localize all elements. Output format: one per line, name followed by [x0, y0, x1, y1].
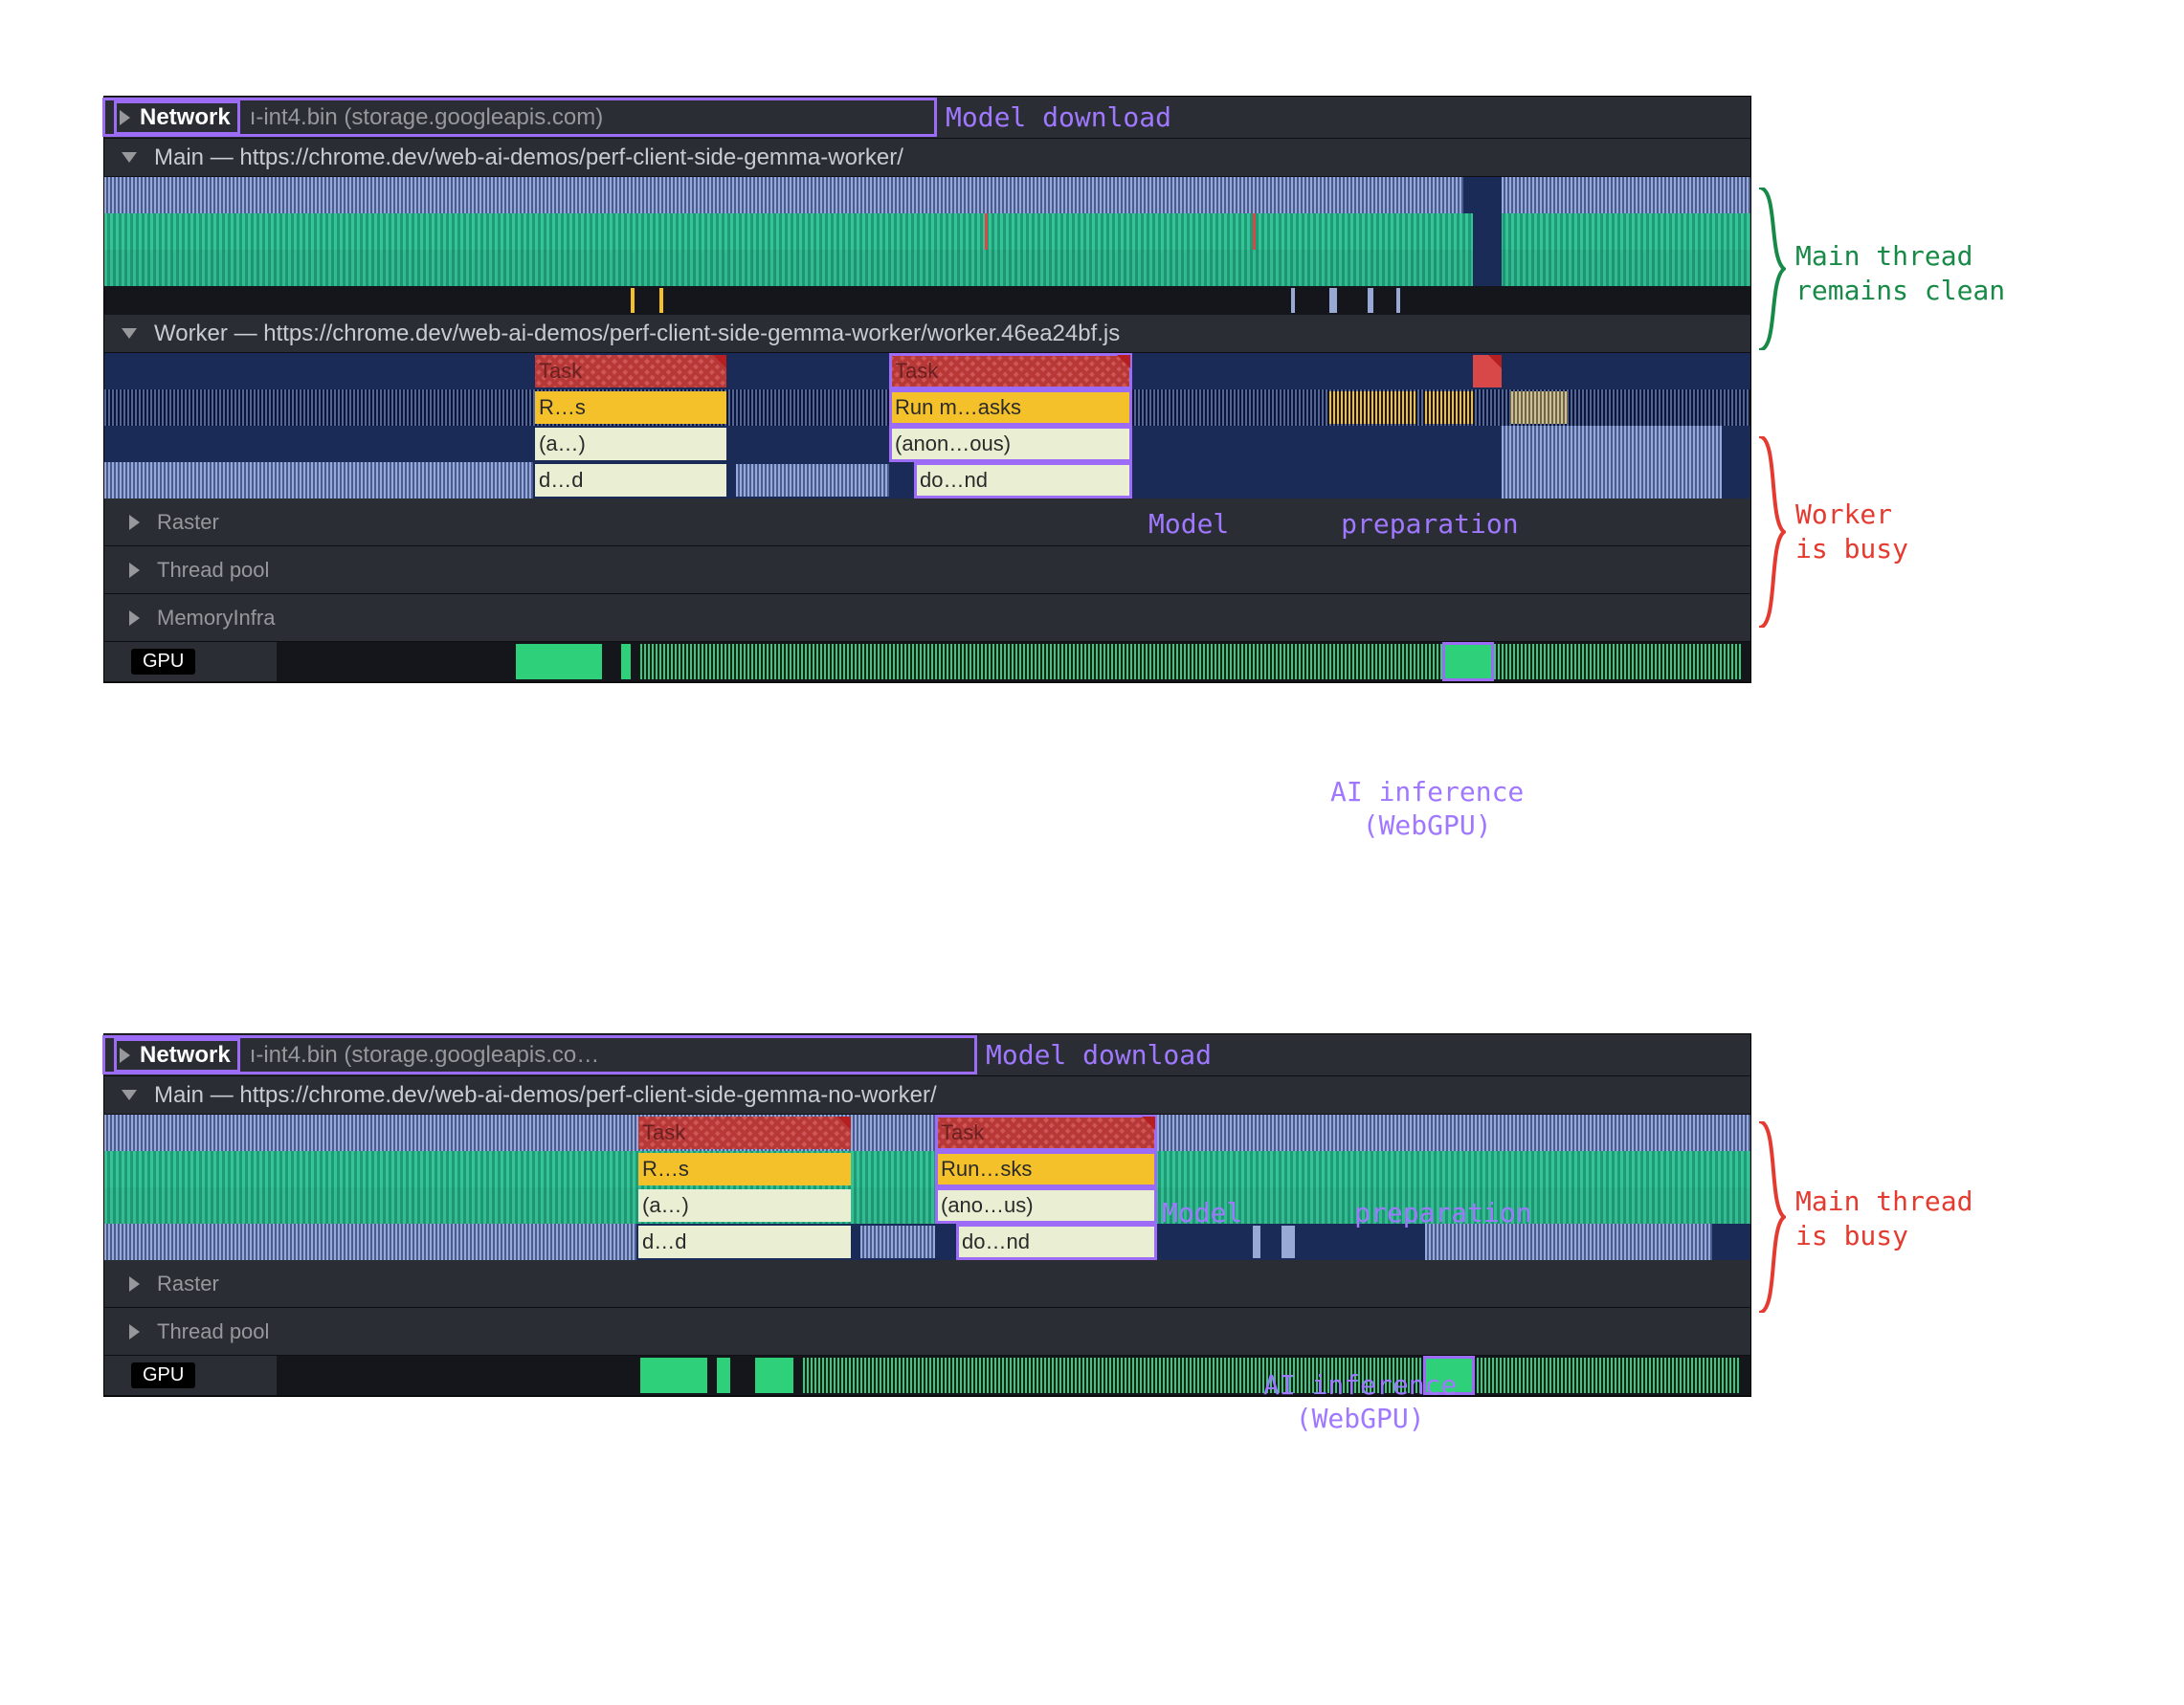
memoryinfra-label: MemoryInfra	[157, 606, 275, 631]
chevron-right-icon	[120, 110, 130, 125]
gpu-label-2: GPU	[131, 1362, 195, 1388]
call-a-p2[interactable]: (a…)	[638, 1189, 851, 1222]
annotation-model-prep-1: Model preparation	[1148, 507, 1340, 542]
main-track-header-2[interactable]: Main — https://chrome.dev/web-ai-demos/p…	[104, 1076, 1750, 1115]
chevron-right-icon	[120, 1048, 130, 1063]
raster-track-2[interactable]: Raster	[104, 1260, 1750, 1308]
call-run-masks[interactable]: Run m…asks	[891, 391, 1130, 424]
raster-label: Raster	[157, 510, 219, 535]
worker-row-3[interactable]: (a…) (anon…ous)	[104, 426, 1750, 462]
brace-main-clean	[1757, 188, 1786, 350]
worker-row-4[interactable]: d…d do…nd	[104, 462, 1750, 498]
network-track-header-2[interactable]: Network ı-int4.bin (storage.googleapis.c…	[104, 1034, 1750, 1076]
network-track-header[interactable]: Network ı-int4.bin (storage.googleapis.c…	[104, 97, 1750, 139]
annotation-main-clean: Main threadremains clean	[1795, 239, 2005, 309]
threadpool-label: Thread pool	[157, 558, 269, 583]
call-d-p2[interactable]: d…d	[638, 1226, 851, 1258]
main-flame-row-3[interactable]	[104, 250, 1750, 286]
worker-row-2[interactable]: R…s Run m…asks	[104, 389, 1750, 426]
call-dond[interactable]: do…nd	[958, 1226, 1155, 1258]
chevron-down-icon	[122, 152, 137, 163]
call-r-1[interactable]: R…s	[535, 391, 726, 424]
brace-main-busy	[1757, 1121, 1786, 1313]
threadpool-label-2: Thread pool	[157, 1319, 269, 1344]
chevron-right-icon	[129, 610, 140, 626]
network-filename: ı-int4.bin (storage.googleapis.com)	[250, 104, 604, 131]
worker-row-task[interactable]: Task Task	[104, 353, 1750, 389]
call-d-1[interactable]: d…d	[535, 464, 726, 497]
task-1-p2[interactable]: Task	[638, 1117, 851, 1149]
threadpool-track-2[interactable]: Thread pool	[104, 1308, 1750, 1356]
main2-row-1[interactable]: Task Task	[104, 1115, 1750, 1151]
main2-row-4[interactable]: d…d do…nd	[104, 1224, 1750, 1260]
call-download[interactable]: do…nd	[916, 464, 1130, 497]
perf-panel-worker[interactable]: Network ı-int4.bin (storage.googleapis.c…	[103, 96, 1751, 683]
task-2-p2[interactable]: Task	[937, 1117, 1155, 1149]
main2-row-2[interactable]: R…s Run…sks	[104, 1151, 1750, 1187]
chevron-right-icon	[129, 515, 140, 530]
brace-worker-busy	[1757, 436, 1786, 628]
annotation-ai-inference-1: AI inference(WebGPU)	[1330, 775, 1524, 842]
main-flame-row-4[interactable]	[104, 286, 1750, 315]
annotation-model-prep-2: Model preparation	[1162, 1196, 1353, 1230]
chevron-right-icon	[129, 563, 140, 578]
annotation-model-download-2: Model download	[986, 1039, 1212, 1071]
gpu-track-2[interactable]: GPU	[104, 1356, 1750, 1396]
gpu-track[interactable]: GPU	[104, 642, 1750, 682]
main-url-2: Main — https://chrome.dev/web-ai-demos/p…	[154, 1082, 937, 1109]
call-anous[interactable]: (ano…us)	[937, 1189, 1155, 1222]
call-anon-1[interactable]: (a…)	[535, 428, 726, 460]
annotation-ai-inference-2: AI inference(WebGPU)	[1263, 1368, 1457, 1435]
annotation-model-download-1: Model download	[946, 101, 1171, 133]
network-label: Network	[140, 104, 231, 131]
annotation-main-busy: Main threadis busy	[1795, 1185, 1972, 1254]
worker-track-header[interactable]: Worker — https://chrome.dev/web-ai-demos…	[104, 315, 1750, 353]
network-label-2: Network	[140, 1042, 231, 1069]
main-url: Main — https://chrome.dev/web-ai-demos/p…	[154, 144, 903, 171]
network-filename-2: ı-int4.bin (storage.googleapis.co…	[250, 1042, 600, 1069]
main-track-header[interactable]: Main — https://chrome.dev/web-ai-demos/p…	[104, 139, 1750, 177]
chevron-down-icon	[122, 328, 137, 339]
chevron-right-icon	[129, 1276, 140, 1292]
chevron-down-icon	[122, 1090, 137, 1100]
call-runsks[interactable]: Run…sks	[937, 1153, 1155, 1185]
memoryinfra-track[interactable]: MemoryInfra	[104, 594, 1750, 642]
chevron-right-icon	[129, 1324, 140, 1340]
task-block-2[interactable]: Task	[891, 355, 1130, 388]
worker-url: Worker — https://chrome.dev/web-ai-demos…	[154, 321, 1120, 347]
call-anonymous[interactable]: (anon…ous)	[891, 428, 1130, 460]
main-flame-row-1[interactable]	[104, 177, 1750, 213]
task-block-1[interactable]: Task	[535, 355, 726, 388]
annotation-worker-busy: Workeris busy	[1795, 498, 1908, 567]
raster-label-2: Raster	[157, 1272, 219, 1296]
call-r-p2[interactable]: R…s	[638, 1153, 851, 1185]
gpu-label: GPU	[131, 649, 195, 675]
gpu-inference-segment[interactable]	[1444, 644, 1492, 679]
threadpool-track[interactable]: Thread pool	[104, 546, 1750, 594]
main-flame-row-2[interactable]	[104, 213, 1750, 250]
